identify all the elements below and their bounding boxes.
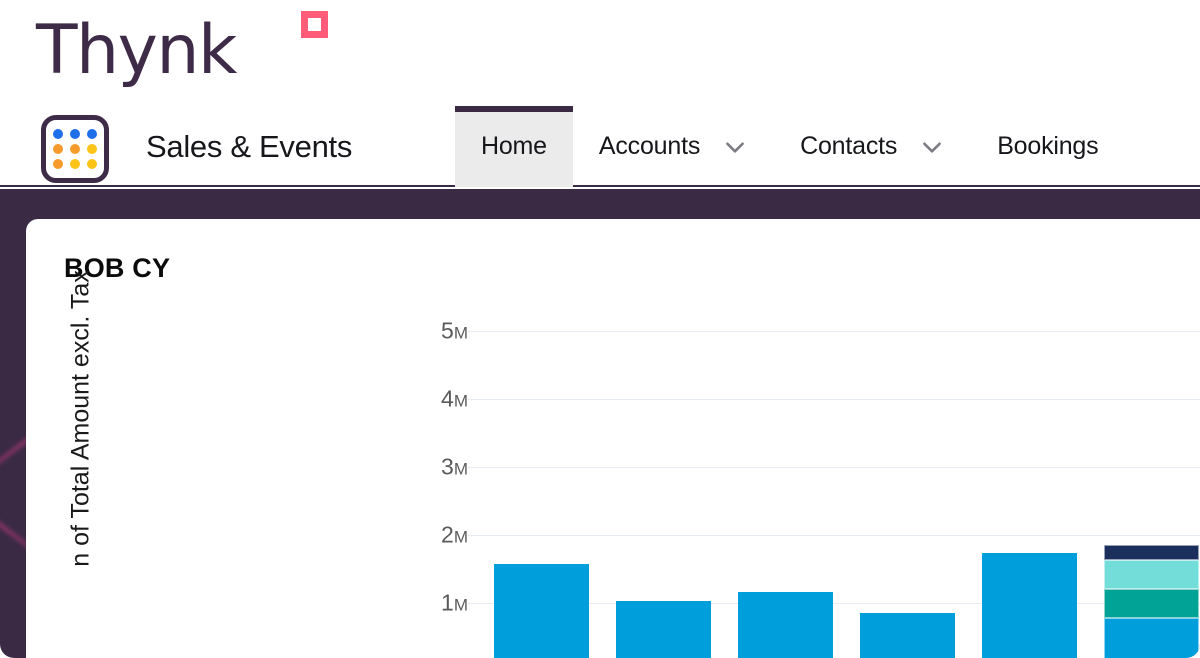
tab-bookings[interactable]: Bookings: [971, 106, 1124, 187]
dot-grid-dot: [87, 159, 97, 169]
dot-grid-row: [53, 144, 97, 154]
dot-grid-dot: [87, 144, 97, 154]
dot-grid-dot: [87, 129, 97, 139]
app-name-label: Sales & Events: [146, 129, 353, 164]
chart-bar[interactable]: [616, 600, 711, 658]
dot-grid-dot: [53, 144, 63, 154]
dot-grid-row: [53, 159, 97, 169]
nav-tab-list: Home Accounts Contacts Bookings: [455, 106, 1124, 187]
brand-header: Thynk: [0, 0, 1200, 106]
chart-bar[interactable]: [1104, 544, 1199, 658]
tab-label: Contacts: [800, 132, 898, 160]
y-axis-tick-label: 3M: [441, 453, 468, 480]
thynk-logo-wordmark[interactable]: Thynk: [36, 3, 237, 99]
chart-bar[interactable]: [494, 564, 589, 658]
dot-grid-icon[interactable]: [41, 115, 109, 183]
tab-contacts[interactable]: Contacts: [774, 106, 971, 187]
chart-bar-segment[interactable]: [860, 612, 955, 658]
chart-bar-segment[interactable]: [1104, 618, 1199, 658]
chart-bar-list: [468, 304, 1200, 658]
y-axis-tick-label: 1M: [441, 589, 468, 616]
chart-bar-segment[interactable]: [1104, 544, 1199, 561]
chart-bar-segment[interactable]: [1104, 589, 1199, 618]
chart-bar-segment[interactable]: [616, 600, 711, 658]
chevron-down-icon[interactable]: [919, 134, 945, 160]
chart-bar-segment[interactable]: [494, 564, 589, 658]
bar-chart[interactable]: n of Total Amount excl. Tax 1M 2M 3M 4M 5M: [26, 270, 1200, 658]
dot-grid-dot: [70, 129, 80, 139]
tab-label: Home: [481, 132, 547, 160]
tab-label: Accounts: [598, 132, 701, 160]
chart-bar-segment[interactable]: [1104, 560, 1199, 590]
chart-bar-segment[interactable]: [982, 553, 1077, 658]
y-axis-tick-label: 2M: [441, 521, 468, 548]
thynk-logo-square-icon: [301, 11, 328, 38]
dot-grid-row: [53, 129, 97, 139]
chart-bar[interactable]: [860, 612, 955, 658]
chart-bar-segment[interactable]: [738, 592, 833, 658]
tab-home[interactable]: Home: [455, 106, 573, 187]
chart-bar[interactable]: [982, 553, 1077, 658]
chevron-down-icon[interactable]: [722, 134, 748, 160]
y-axis-label: n of Total Amount excl. Tax: [66, 270, 95, 567]
global-navigation-bar: Sales & Events Home Accounts Contacts Booki…: [0, 106, 1200, 187]
dot-grid-dot: [70, 144, 80, 154]
dot-grid-dot: [53, 129, 63, 139]
chart-plot-area: [468, 304, 1200, 658]
dot-grid-dot: [53, 159, 63, 169]
tab-label: Bookings: [997, 132, 1099, 160]
y-axis-tick-list: 1M 2M 3M 4M 5M: [418, 304, 468, 658]
tab-accounts[interactable]: Accounts: [573, 106, 774, 187]
y-axis-tick-label: 5M: [441, 317, 468, 344]
dot-grid-dot: [70, 159, 80, 169]
dashboard-card: BOB CY n of Total Amount excl. Tax 1M 2M 3…: [26, 219, 1200, 658]
chart-bar[interactable]: [738, 592, 833, 658]
app-window: Thynk Sales & Events Home Accounts Contact…: [0, 0, 1200, 658]
y-axis-tick-label: 4M: [441, 385, 468, 412]
